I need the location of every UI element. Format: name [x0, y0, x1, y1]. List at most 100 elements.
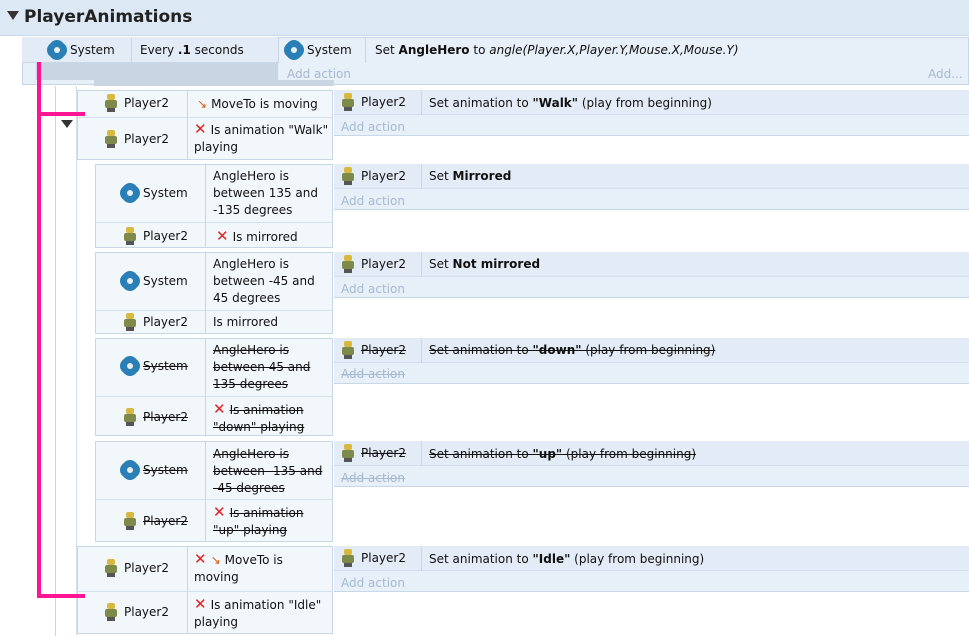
add-action-link[interactable]: Add action: [287, 67, 351, 81]
condition-text[interactable]: AngleHero is between 45 and 135 degrees: [213, 342, 328, 393]
annotation-bracket-bottom: [37, 594, 85, 598]
add-action-link[interactable]: Add action: [341, 367, 405, 381]
condition-text[interactable]: ✕ Is animation "up" playing: [213, 505, 329, 539]
action-text[interactable]: Set animation to "down" (play from begin…: [429, 343, 715, 357]
action-object[interactable]: Player2: [340, 341, 406, 359]
condition-text[interactable]: Is mirrored: [213, 315, 278, 329]
player-sprite-icon: [340, 444, 356, 462]
condition-text[interactable]: Every .1 seconds: [140, 43, 244, 57]
red-x-icon: ✕: [194, 120, 207, 138]
condition-separator: [95, 222, 333, 223]
add-action-link[interactable]: Add action: [341, 471, 405, 485]
add-action-link[interactable]: Add action: [341, 120, 405, 134]
column-divider: [131, 38, 132, 63]
gear-icon: [122, 462, 138, 478]
triangle-down-icon[interactable]: [61, 120, 73, 128]
action-object[interactable]: System: [286, 42, 352, 58]
condition-separator: [95, 499, 333, 500]
column-divider: [421, 164, 422, 189]
player-sprite-icon: [340, 93, 356, 111]
action-object[interactable]: Player2: [340, 444, 406, 462]
column-divider: [278, 38, 279, 63]
action-object[interactable]: Player2: [340, 549, 406, 567]
column-divider: [421, 546, 422, 571]
red-x-icon: ✕: [216, 227, 229, 245]
player-sprite-icon: [340, 341, 356, 359]
column-divider: [187, 90, 188, 160]
condition-object[interactable]: Player2: [103, 603, 169, 621]
gear-icon: [286, 42, 302, 58]
event-footer-bar: [94, 80, 334, 86]
condition-object[interactable]: Player2: [103, 559, 169, 577]
moveto-arrow-icon: ↘: [210, 553, 221, 567]
gear-icon: [122, 273, 138, 289]
red-x-icon: ✕: [213, 503, 226, 521]
add-action-link[interactable]: Add action: [341, 194, 405, 208]
player-sprite-icon: [122, 227, 138, 245]
condition-text[interactable]: AngleHero is between -135 and -45 degree…: [213, 446, 328, 497]
collapse-triangle-icon[interactable]: [7, 11, 19, 20]
condition-separator: [95, 396, 333, 397]
column-divider: [421, 90, 422, 115]
condition-object[interactable]: Player2: [122, 408, 188, 426]
condition-separator: [95, 310, 333, 311]
player-sprite-icon: [340, 549, 356, 567]
gear-icon: [49, 42, 65, 58]
column-divider: [365, 38, 366, 63]
condition-object[interactable]: System: [122, 185, 188, 201]
annotation-bracket-line: [37, 62, 41, 598]
condition-text[interactable]: ✕ Is animation "Walk" playing: [194, 122, 330, 156]
action-text[interactable]: Set animation to "up" (play from beginni…: [429, 447, 696, 461]
condition-separator: [77, 591, 333, 592]
condition-object[interactable]: Player2: [122, 313, 188, 331]
player-sprite-icon: [103, 94, 119, 112]
add-more-link[interactable]: Add...: [928, 67, 963, 81]
condition-text[interactable]: ↘ MoveTo is moving: [197, 97, 318, 111]
action-object[interactable]: Player2: [340, 255, 406, 273]
red-x-icon: ✕: [213, 400, 226, 418]
condition-text[interactable]: ✕ ↘ MoveTo is moving: [194, 552, 330, 586]
action-text[interactable]: Set Not mirrored: [429, 257, 540, 271]
column-divider: [187, 546, 188, 634]
red-x-icon: ✕: [194, 550, 207, 568]
condition-object[interactable]: System: [122, 462, 188, 478]
column-divider: [205, 338, 206, 436]
condition-text[interactable]: ✕ Is animation "down" playing: [213, 402, 329, 436]
action-text[interactable]: Set AngleHero to angle(Player.X,Player.Y…: [375, 43, 739, 57]
column-divider: [205, 252, 206, 334]
action-object[interactable]: Player2: [340, 93, 406, 111]
tree-line: [55, 86, 56, 636]
action-object[interactable]: Player2: [340, 167, 406, 185]
column-divider: [421, 338, 422, 363]
player-sprite-icon: [122, 408, 138, 426]
player-sprite-icon: [340, 167, 356, 185]
condition-object[interactable]: Player2: [103, 130, 169, 148]
player-sprite-icon: [340, 255, 356, 273]
event-footer-bar: [36, 63, 278, 80]
player-sprite-icon: [103, 559, 119, 577]
add-action-link[interactable]: Add action: [341, 576, 405, 590]
condition-object[interactable]: Player2: [122, 512, 188, 530]
condition-object[interactable]: Player2: [122, 227, 188, 245]
moveto-arrow-icon: ↘: [197, 97, 208, 111]
condition-text[interactable]: ✕ Is mirrored: [216, 227, 298, 245]
player-sprite-icon: [122, 512, 138, 530]
player-sprite-icon: [103, 130, 119, 148]
condition-text[interactable]: AngleHero is between -45 and 45 degrees: [213, 256, 331, 307]
column-divider: [205, 164, 206, 248]
condition-object[interactable]: System: [49, 42, 115, 58]
red-x-icon: ✕: [194, 595, 207, 613]
action-text[interactable]: Set animation to "Idle" (play from begin…: [429, 552, 704, 566]
column-divider: [205, 441, 206, 542]
condition-object[interactable]: Player2: [103, 94, 169, 112]
action-text[interactable]: Set animation to "Walk" (play from begin…: [429, 96, 712, 110]
action-text[interactable]: Set Mirrored: [429, 169, 511, 183]
column-divider: [421, 441, 422, 466]
condition-object[interactable]: System: [122, 273, 188, 289]
condition-separator: [77, 117, 333, 118]
gear-icon: [122, 185, 138, 201]
condition-text[interactable]: AngleHero is between 135 and -135 degree…: [213, 168, 328, 219]
condition-object[interactable]: System: [122, 358, 188, 374]
condition-text[interactable]: ✕ Is animation "Idle" playing: [194, 597, 330, 631]
add-action-link[interactable]: Add action: [341, 282, 405, 296]
